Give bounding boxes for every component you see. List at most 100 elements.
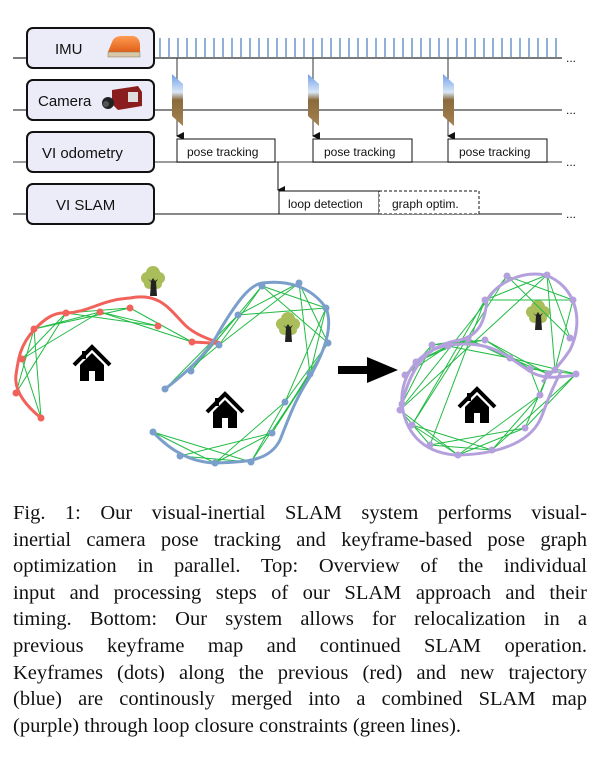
keyframe-dot-new: [281, 398, 289, 406]
loop-closure-line: [524, 373, 549, 429]
keyframe-dot-merged: [488, 446, 496, 454]
loop-closure-line: [298, 282, 311, 375]
tree-icon: [276, 312, 300, 342]
keyframe-dot-new: [324, 339, 332, 347]
keyframe-dot-merged: [521, 424, 529, 432]
keyframe-dot-new: [322, 304, 330, 312]
keyframe-dot-previous: [30, 325, 38, 333]
keyframe-dot-merged: [408, 421, 416, 429]
svg-text:IMU: IMU: [55, 41, 83, 58]
keyframe-dot-new: [268, 429, 276, 437]
keyframe-dot-new: [306, 370, 314, 378]
keyframe-dot-merged: [506, 354, 514, 362]
loop-closure-line: [152, 431, 216, 464]
loop-closure-line: [261, 285, 329, 344]
loop-closure-line: [429, 299, 486, 446]
keyframe-dot-merged: [481, 336, 489, 344]
loop-detection-block: loop detection: [278, 190, 380, 215]
keyframe-dot-merged: [481, 296, 489, 304]
graph-optimization-block: graph optim.: [378, 190, 480, 215]
previous-trajectory-red: [14, 295, 222, 420]
camera-continuation: ...: [566, 103, 576, 117]
loop-closure-line: [484, 339, 549, 375]
keyframe-dot-merged: [551, 366, 559, 374]
keyframe-dot-new: [247, 458, 255, 466]
keyframe-dot-previous: [96, 308, 104, 316]
keyframe-dot-merged: [412, 358, 420, 366]
keyframe-dot-previous: [62, 309, 70, 317]
imu-continuation: ...: [566, 51, 576, 65]
keyframe-dot-merged: [426, 441, 434, 449]
keyframe-dot-new: [211, 459, 219, 467]
svg-text:loop detection: loop detection: [288, 197, 363, 211]
loop-closure-line: [214, 432, 273, 464]
keyframe-dot-new: [258, 282, 266, 290]
camera-frames: [172, 58, 455, 140]
svg-text:pose tracking: pose tracking: [459, 145, 530, 159]
loop-closure-line: [164, 314, 239, 390]
pose-tracking-block: pose tracking: [176, 138, 276, 163]
row-label-imu: IMU: [26, 27, 155, 69]
house-icon: [72, 345, 112, 383]
keyframe-dot-new: [295, 279, 303, 287]
keyframe-dot-previous: [188, 338, 196, 346]
camera-frame-thumbnail: [172, 74, 183, 126]
timing-diagram: ... ... ... ... IMU Camera VI odometry V…: [13, 27, 576, 225]
caption-line: timing. Bottom: Our system allows for re…: [13, 608, 587, 631]
keyframe-dot-merged: [543, 271, 551, 279]
caption-line: Keyframes (dots) along the previous (red…: [13, 661, 587, 684]
row-label-camera: Camera: [26, 79, 155, 121]
keyframe-dot-new: [149, 428, 157, 436]
keyframe-dot-new: [187, 367, 195, 375]
keyframe-dot-merged: [428, 341, 436, 349]
slam-continuation: ...: [566, 207, 576, 221]
svg-text:VI odometry: VI odometry: [42, 145, 123, 162]
keyframe-dot-previous: [12, 389, 20, 397]
pose-tracking-block: pose tracking: [312, 138, 413, 163]
figure-graphic: ... ... ... ... IMU Camera VI odometry V…: [12, 27, 580, 467]
keyframe-dot-merged: [536, 391, 544, 399]
keyframe-dot-previous: [18, 355, 26, 363]
camera-frame-thumbnail: [308, 74, 319, 126]
keyframe-dot-previous: [126, 304, 134, 312]
pose-tracking-block: pose tracking: [447, 138, 548, 163]
svg-text:pose tracking: pose tracking: [324, 145, 395, 159]
keyframe-dot-previous: [154, 322, 162, 330]
row-label-vi-odometry: VI odometry: [26, 131, 155, 173]
keyframe-dot-merged: [544, 370, 552, 378]
caption-line: Fig. 1: Our visual-inertial SLAM system …: [13, 502, 587, 524]
caption-line: optimization in parallel. Top: Overview …: [13, 555, 587, 578]
house-icon: [205, 392, 245, 430]
caption-line: previous keyframe map and continued SLAM…: [13, 634, 587, 657]
keyframe-dot-merged: [569, 296, 577, 304]
keyframe-dot-new: [176, 452, 184, 460]
merged-map-purple: [400, 272, 579, 457]
loop-closure-line: [524, 373, 577, 429]
svg-text:pose tracking: pose tracking: [187, 145, 258, 159]
loop-closure-line: [546, 274, 571, 339]
svg-text:VI SLAM: VI SLAM: [56, 197, 115, 214]
keyframe-dot-merged: [503, 272, 511, 280]
keyframe-dot-previous: [37, 414, 45, 422]
caption-line: (purple) through loop closure constraint…: [13, 714, 462, 737]
caption-line: input and processing steps of our SLAM a…: [13, 581, 587, 604]
keyframe-dot-merged: [572, 370, 580, 378]
keyframe-dot-merged: [464, 335, 472, 343]
loop-closure-line: [250, 373, 311, 463]
caption-line: (blue) are continously merged into a com…: [13, 688, 587, 711]
keyframe-dot-new: [234, 311, 242, 319]
keyframe-dot-merged: [398, 400, 406, 408]
keyframe-dot-merged: [396, 406, 404, 414]
keyframe-dot-merged: [444, 342, 452, 350]
keyframe-dot-new: [161, 385, 169, 393]
svg-text:Camera: Camera: [38, 93, 92, 110]
keyframe-dot-merged: [526, 365, 534, 373]
loop-closure-line: [429, 427, 526, 446]
trajectory-illustration: [12, 266, 580, 467]
transition-arrow: [338, 357, 398, 383]
caption-line: inertial camera pose tracking and keyfra…: [13, 528, 587, 551]
figure-caption: Fig. 1: Our visual-inertial SLAM system …: [13, 500, 587, 739]
row-label-vi-slam: VI SLAM: [26, 183, 155, 225]
house-icon: [457, 387, 497, 425]
keyframe-dot-merged: [401, 371, 409, 379]
